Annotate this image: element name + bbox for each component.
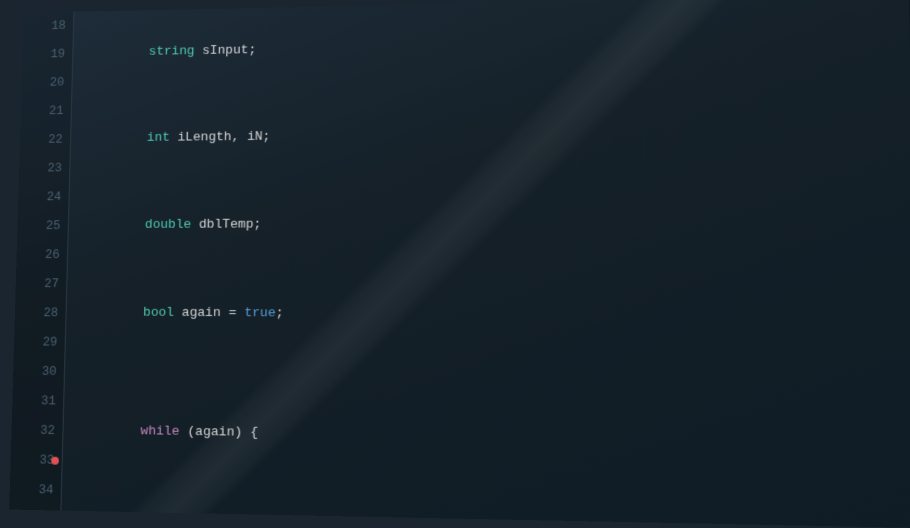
- code-line-18: string sInput;: [87, 0, 910, 97]
- code-content: 18 19 20 21 22 23 24 25 26 27 28 29 30 3…: [9, 0, 910, 528]
- line-num-30: 30: [20, 357, 57, 387]
- line-num-24: 24: [25, 183, 61, 212]
- line-num-22: 22: [27, 125, 63, 154]
- code-line-19: int iLength, iN;: [85, 86, 910, 183]
- line-num-35: 35: [16, 505, 53, 528]
- line-num-28: 28: [22, 299, 58, 328]
- code-line-20: double dblTemp;: [83, 178, 910, 271]
- line-num-21: 21: [28, 97, 64, 126]
- line-num-29: 29: [21, 328, 57, 358]
- code-editor: 18 19 20 21 22 23 24 25 26 27 28 29 30 3…: [9, 0, 910, 528]
- line-num-34: 34: [17, 475, 54, 505]
- line-num-26: 26: [24, 241, 60, 270]
- line-num-23: 23: [26, 154, 62, 183]
- line-num-18: 18: [30, 12, 66, 41]
- line-num-19: 19: [29, 40, 65, 69]
- line-num-25: 25: [25, 212, 61, 241]
- line-num-20: 20: [29, 68, 65, 97]
- code-line-21: bool again = true;: [80, 270, 910, 365]
- line-num-31: 31: [19, 386, 56, 416]
- line-num-32: 32: [19, 416, 56, 446]
- code-text: string sInput; int iLength, iN; double d…: [16, 0, 910, 528]
- code-line-23: while (again) {: [77, 387, 910, 491]
- line-num-27: 27: [23, 270, 59, 299]
- line-num-33: 33: [18, 445, 55, 475]
